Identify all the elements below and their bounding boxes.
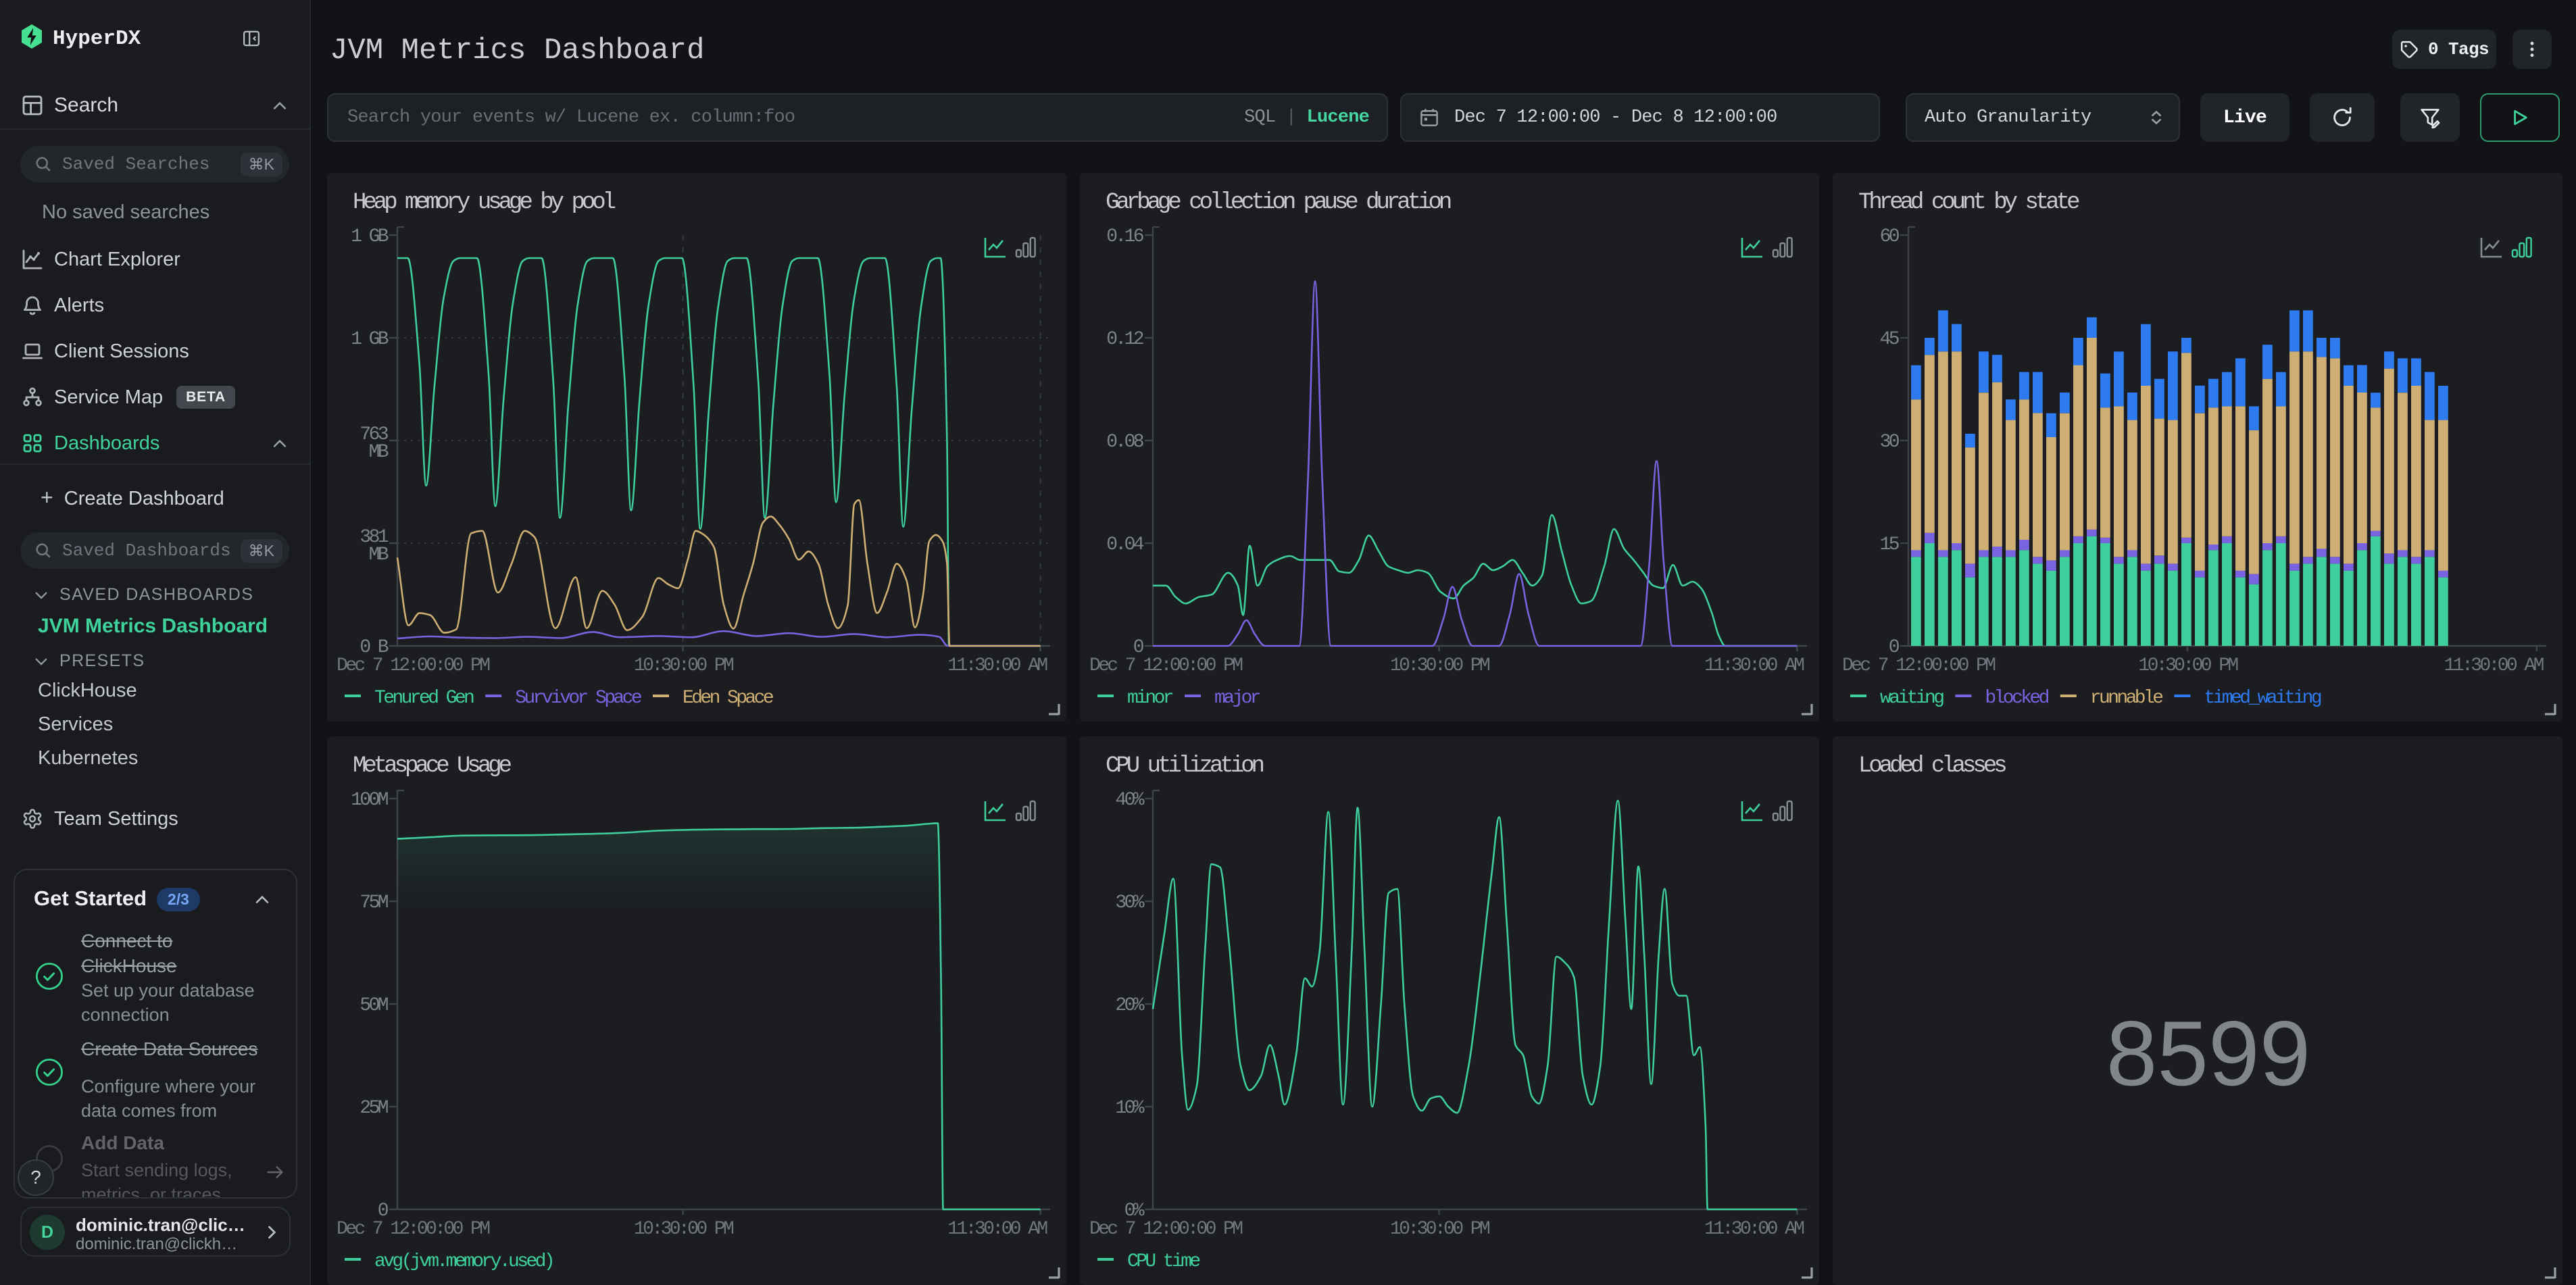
svg-text:11:30:00 AM: 11:30:00 AM — [947, 655, 1047, 676]
svg-text:75M: 75M — [360, 892, 388, 913]
svg-text:Thread count by state: Thread count by state — [1858, 190, 2079, 216]
svg-text:Garbage collection pause durat: Garbage collection pause duration — [1106, 190, 1451, 216]
svg-text:Survivor Space: Survivor Space — [515, 688, 641, 709]
svg-text:25M: 25M — [360, 1098, 388, 1119]
svg-text:60: 60 — [1880, 226, 1900, 247]
svg-text:Dec 7 12:00:00 PM: Dec 7 12:00:00 PM — [337, 655, 490, 676]
svg-text:MB: MB — [369, 545, 389, 565]
svg-text:major: major — [1214, 688, 1260, 709]
svg-text:11:30:00 AM: 11:30:00 AM — [947, 1219, 1047, 1240]
svg-text:10:30:00 PM: 10:30:00 PM — [634, 655, 734, 676]
svg-text:10:30:00 PM: 10:30:00 PM — [1390, 1219, 1490, 1240]
svg-text:waiting: waiting — [1880, 688, 1943, 709]
svg-text:0.12: 0.12 — [1106, 329, 1143, 350]
svg-text:8599: 8599 — [2106, 1002, 2311, 1105]
svg-text:MB: MB — [369, 442, 389, 463]
svg-text:Dec 7 12:00:00 PM: Dec 7 12:00:00 PM — [337, 1219, 490, 1240]
svg-text:Dec 7 12:00:00 PM: Dec 7 12:00:00 PM — [1089, 1219, 1243, 1240]
svg-text:40%: 40% — [1115, 790, 1144, 811]
svg-text:Loaded classes: Loaded classes — [1858, 753, 2006, 779]
svg-text:30: 30 — [1880, 432, 1900, 453]
svg-text:1 GB: 1 GB — [351, 226, 389, 247]
svg-text:11:30:00 AM: 11:30:00 AM — [1704, 655, 1804, 676]
svg-text:0.08: 0.08 — [1106, 432, 1143, 453]
svg-text:Eden Space: Eden Space — [683, 688, 773, 709]
svg-text:Dec 7 12:00:00 PM: Dec 7 12:00:00 PM — [1089, 655, 1243, 676]
svg-text:Metaspace Usage: Metaspace Usage — [353, 753, 512, 779]
svg-text:50M: 50M — [360, 995, 388, 1016]
svg-text:timed_waiting: timed_waiting — [2204, 688, 2321, 709]
svg-text:blocked: blocked — [1985, 688, 2048, 709]
svg-text:Heap memory usage by pool: Heap memory usage by pool — [353, 190, 616, 216]
svg-text:20%: 20% — [1115, 995, 1144, 1016]
svg-text:CPU time: CPU time — [1127, 1251, 1199, 1272]
svg-text:10:30:00 PM: 10:30:00 PM — [1390, 655, 1490, 676]
svg-text:runnable: runnable — [2090, 688, 2162, 709]
svg-text:11:30:00 AM: 11:30:00 AM — [1704, 1219, 1804, 1240]
svg-text:10:30:00 PM: 10:30:00 PM — [634, 1219, 734, 1240]
svg-text:11:30:00 AM: 11:30:00 AM — [2444, 655, 2544, 676]
svg-text:1 GB: 1 GB — [351, 329, 389, 350]
svg-text:Dec 7 12:00:00 PM: Dec 7 12:00:00 PM — [1842, 655, 1996, 676]
svg-text:Tenured Gen: Tenured Gen — [374, 688, 474, 709]
svg-text:0.16: 0.16 — [1106, 226, 1143, 247]
svg-text:avg(jvm.memory.used): avg(jvm.memory.used) — [374, 1251, 553, 1272]
svg-text:15: 15 — [1880, 534, 1900, 555]
svg-text:minor: minor — [1127, 688, 1173, 709]
svg-text:10%: 10% — [1115, 1098, 1144, 1119]
svg-text:0.04: 0.04 — [1106, 534, 1144, 555]
svg-text:45: 45 — [1880, 329, 1900, 350]
svg-text:10:30:00 PM: 10:30:00 PM — [2138, 655, 2238, 676]
svg-text:100M: 100M — [351, 790, 389, 811]
svg-text:30%: 30% — [1115, 892, 1144, 913]
svg-text:CPU utilization: CPU utilization — [1106, 753, 1264, 779]
